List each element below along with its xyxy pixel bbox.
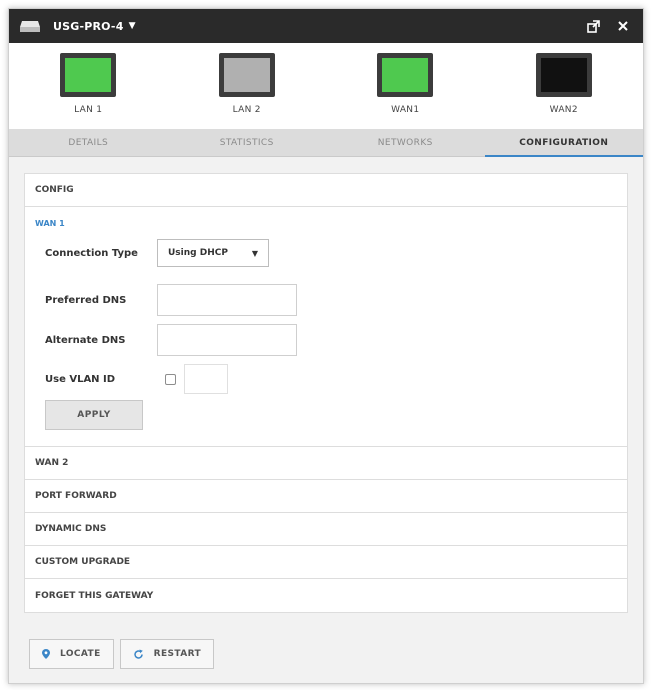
restart-label: RESTART [153, 649, 202, 659]
port-lan2[interactable]: LAN 2 [177, 53, 317, 115]
chevron-down-icon: ▼ [251, 248, 258, 258]
port-status-row: LAN 1 LAN 2 WAN1 WAN2 [9, 43, 643, 129]
preferred-dns-row: Preferred DNS [45, 284, 609, 316]
device-window: USG-PRO-4 ▼ LAN 1 LAN 2 WAN1 WAN2 DETAIL… [8, 8, 644, 684]
restart-button[interactable]: RESTART [119, 639, 215, 669]
port-wan1[interactable]: WAN1 [335, 53, 475, 115]
locate-button[interactable]: LOCATE [29, 639, 114, 669]
config-header[interactable]: CONFIG [25, 174, 627, 207]
title-bar: USG-PRO-4 ▼ [9, 9, 643, 43]
tab-networks[interactable]: NETWORKS [326, 129, 485, 156]
port-jack [218, 53, 275, 97]
alternate-dns-label: Alternate DNS [45, 334, 126, 346]
alternate-dns-input[interactable] [157, 324, 297, 356]
device-dropdown-caret-icon[interactable]: ▼ [129, 21, 136, 31]
connection-type-select[interactable]: Using DHCP ▼ [157, 239, 269, 267]
section-forget-gateway[interactable]: FORGET THIS GATEWAY [25, 579, 627, 612]
tab-bar: DETAILS STATISTICS NETWORKS CONFIGURATIO… [9, 129, 643, 157]
section-custom-upgrade[interactable]: CUSTOM UPGRADE [25, 546, 627, 579]
port-label: LAN 1 [74, 105, 103, 115]
port-label: LAN 2 [232, 105, 261, 115]
footer-actions: LOCATE RESTART [29, 639, 220, 669]
vlan-label: Use VLAN ID [45, 373, 116, 385]
tab-statistics[interactable]: STATISTICS [168, 129, 327, 156]
config-content: CONFIG WAN 1 Connection Type Using DHCP … [9, 157, 643, 613]
wan1-section: WAN 1 Connection Type Using DHCP ▼ Prefe… [25, 207, 627, 447]
preferred-dns-input[interactable] [157, 284, 297, 316]
port-lan1[interactable]: LAN 1 [18, 53, 158, 115]
port-label: WAN2 [549, 105, 578, 115]
map-pin-icon [42, 649, 50, 659]
port-jack [377, 53, 434, 97]
refresh-icon [133, 649, 144, 660]
vlan-id-input[interactable] [184, 364, 228, 394]
port-wan2[interactable]: WAN2 [494, 53, 634, 115]
preferred-dns-label: Preferred DNS [45, 294, 127, 306]
wan1-title[interactable]: WAN 1 [35, 219, 609, 228]
config-panel: CONFIG WAN 1 Connection Type Using DHCP … [24, 173, 628, 613]
connection-type-value: Using DHCP [168, 248, 228, 258]
vlan-row: Use VLAN ID [45, 364, 609, 394]
apply-row: APPLY [45, 400, 609, 430]
connection-type-label: Connection Type [45, 247, 138, 259]
section-wan2[interactable]: WAN 2 [25, 447, 627, 480]
locate-label: LOCATE [60, 649, 101, 659]
apply-button[interactable]: APPLY [45, 400, 143, 430]
port-jack [535, 53, 592, 97]
vlan-checkbox[interactable] [165, 373, 176, 385]
tab-configuration[interactable]: CONFIGURATION [484, 129, 644, 157]
alternate-dns-row: Alternate DNS [45, 324, 609, 356]
gateway-device-icon [19, 19, 41, 33]
close-icon[interactable] [613, 16, 633, 36]
port-label: WAN1 [391, 105, 420, 115]
section-port-forward[interactable]: PORT FORWARD [25, 480, 627, 513]
popout-icon[interactable] [583, 16, 603, 36]
section-dynamic-dns[interactable]: DYNAMIC DNS [25, 513, 627, 546]
device-name[interactable]: USG-PRO-4 [53, 20, 124, 33]
port-jack [60, 53, 117, 97]
connection-type-row: Connection Type Using DHCP ▼ [45, 238, 609, 268]
tab-details[interactable]: DETAILS [9, 129, 168, 156]
